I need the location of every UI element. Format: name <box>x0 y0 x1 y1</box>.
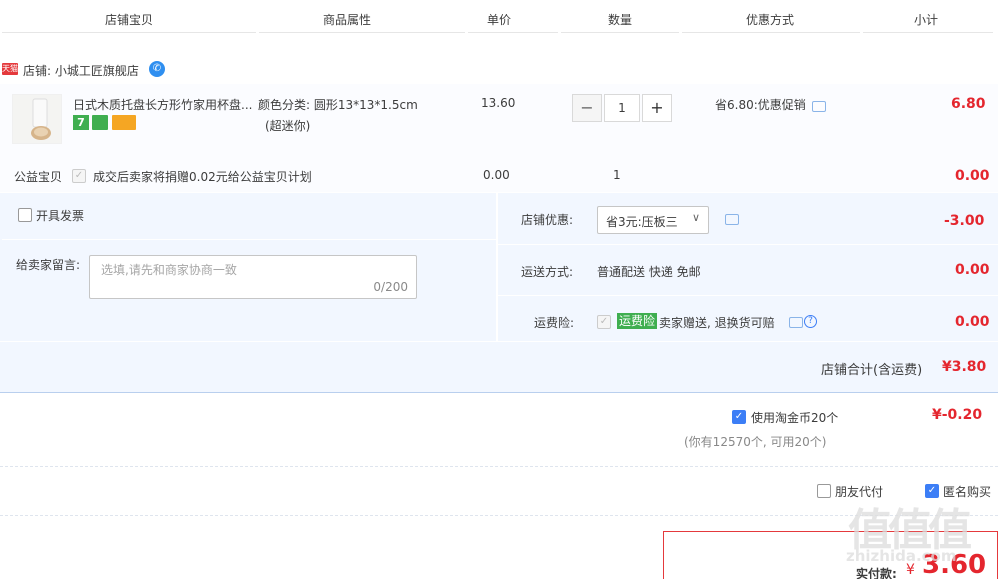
insurance-label: 运费险: <box>534 316 575 330</box>
divider <box>2 239 496 240</box>
header-underline <box>863 32 993 33</box>
insurance-amount: 0.00 <box>955 314 990 330</box>
item-title[interactable]: 日式木质托盘长方形竹家用杯盘... <box>73 96 255 113</box>
charity-price: 0.00 <box>483 168 510 182</box>
shop-total-label: 店铺合计(含运费) <box>821 363 923 378</box>
quantity-stepper: − 1 + <box>572 94 672 122</box>
header-underline <box>682 32 860 33</box>
header-underline <box>259 32 465 33</box>
friend-pay-checkbox[interactable] <box>817 484 831 498</box>
quantity-input[interactable]: 1 <box>604 94 640 122</box>
insurance-text: 卖家赠送, 退换货可赔 <box>659 316 775 330</box>
insurance-badge: 运费险 <box>617 313 658 329</box>
help-icon[interactable]: ? <box>804 315 817 328</box>
watermark-url: zhizhida.com <box>846 547 957 565</box>
col-price-header: 单价 <box>487 13 512 27</box>
promo-chat-icon[interactable] <box>812 101 826 112</box>
header-underline <box>2 32 256 33</box>
divider <box>498 244 998 245</box>
charity-subtotal: 0.00 <box>955 168 990 184</box>
item-attr-color: 颜色分类: 圆形13*13*1.5cm <box>258 98 418 112</box>
shipping-amount: 0.00 <box>955 262 990 278</box>
shop-discount-amount: -3.00 <box>944 213 985 229</box>
header-underline <box>561 32 679 33</box>
col-item-header: 店铺宝贝 <box>105 13 154 27</box>
item-subtotal: 6.80 <box>951 96 986 112</box>
pay-label: 实付款: <box>856 567 897 579</box>
shipping-label: 运送方式: <box>521 265 574 279</box>
shop-discount-value: 省3元:压板三 <box>606 215 678 229</box>
col-subtotal-header: 小计 <box>914 13 939 27</box>
shop-name[interactable]: 店铺: 小城工匠旗舰店 <box>23 62 139 79</box>
divider <box>496 193 498 341</box>
guarantee-icon <box>92 115 108 130</box>
charity-label: 公益宝贝 <box>14 170 63 184</box>
message-label: 给卖家留言: <box>16 258 81 272</box>
coins-amount: ¥-0.20 <box>932 407 983 423</box>
shop-discount-label: 店铺优惠: <box>521 213 574 227</box>
chevron-down-icon: ∨ <box>691 211 700 224</box>
seven-day-return-icon: 7 <box>73 115 89 130</box>
table-header: 店铺宝贝 商品属性 单价 数量 优惠方式 小计 <box>0 0 998 34</box>
wangwang-icon[interactable]: ✆ <box>149 61 165 77</box>
header-underline <box>468 32 558 33</box>
invoice-label[interactable]: 开具发票 <box>36 207 84 224</box>
insurance-chat-icon[interactable] <box>789 317 803 328</box>
col-qty-header: 数量 <box>608 13 633 27</box>
insurance-checkbox: ✓ <box>597 315 611 329</box>
col-promo-header: 优惠方式 <box>746 13 795 27</box>
shipping-value: 普通配送 快递 免邮 <box>597 265 701 279</box>
shop-total-amount: ¥3.80 <box>942 359 987 375</box>
increase-qty-button[interactable]: + <box>642 94 672 122</box>
message-placeholder: 选填,请先和商家协商一致 <box>101 263 237 277</box>
coins-label[interactable]: 使用淘金币20个 <box>751 409 838 426</box>
invoice-checkbox[interactable] <box>18 208 32 222</box>
item-price: 13.60 <box>481 96 516 110</box>
shop-discount-select[interactable]: 省3元:压板三 ∨ <box>597 206 709 234</box>
message-counter: 0/200 <box>373 280 408 294</box>
coins-note: (你有12570个, 可用20个) <box>684 435 827 449</box>
coins-checkbox[interactable]: ✓ <box>732 410 746 424</box>
tmall-badge: 天猫 <box>2 63 18 75</box>
charity-text: 成交后卖家将捐赠0.02元给公益宝贝计划 <box>93 170 312 184</box>
seller-message-input[interactable]: 选填,请先和商家协商一致 0/200 <box>89 255 417 299</box>
item-attr-size: (超迷你) <box>265 119 311 133</box>
divider <box>498 295 998 296</box>
discount-chat-icon[interactable] <box>725 214 739 225</box>
product-image[interactable] <box>12 94 62 144</box>
credit-card-icon <box>112 115 136 130</box>
item-promo: 省6.80:优惠促销 <box>715 98 806 112</box>
charity-qty: 1 <box>613 168 621 182</box>
decrease-qty-button[interactable]: − <box>572 94 602 122</box>
charity-checkbox: ✓ <box>72 169 86 183</box>
divider <box>0 466 998 467</box>
col-attr-header: 商品属性 <box>323 13 372 27</box>
divider <box>0 341 998 342</box>
